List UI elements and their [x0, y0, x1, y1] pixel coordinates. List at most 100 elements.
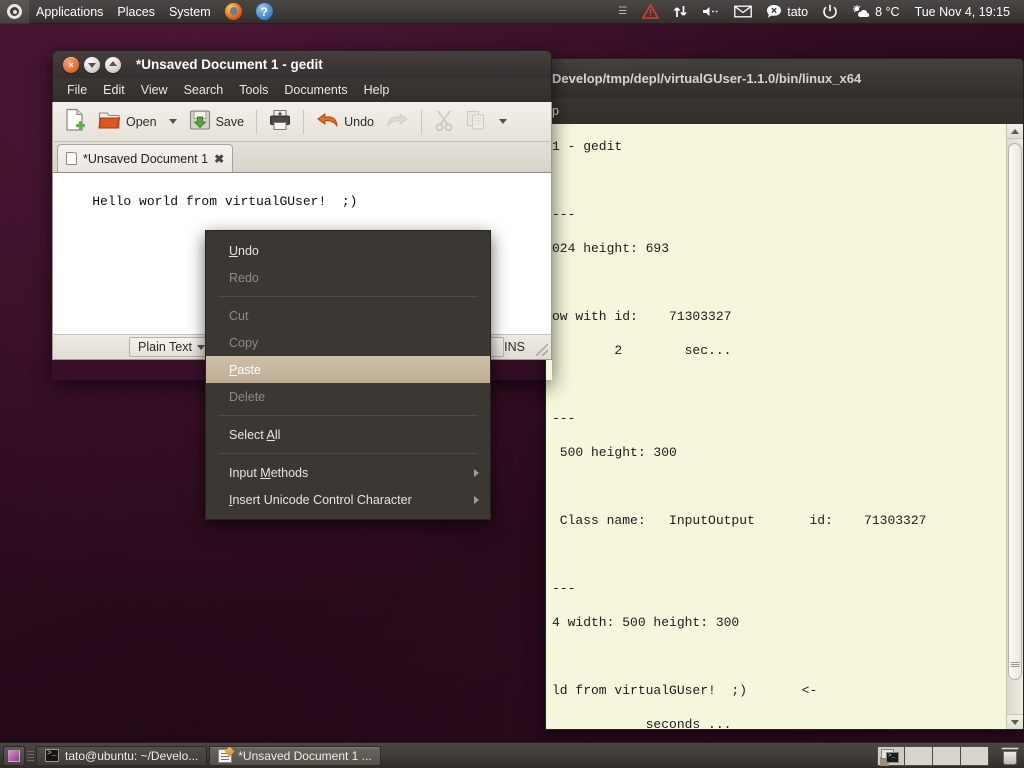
print-button[interactable] — [264, 106, 296, 138]
terminal-menubar[interactable]: p — [545, 98, 1024, 124]
menu-edit[interactable]: Edit — [95, 78, 133, 102]
terminal-line: 024 height: 693 — [552, 241, 670, 256]
open-button-label: Open — [126, 114, 157, 129]
workspace-4[interactable] — [961, 745, 989, 766]
terminal-line: 2 sec... — [552, 343, 732, 358]
close-button[interactable]: × — [63, 56, 79, 73]
chevron-down-icon — [498, 119, 507, 124]
weather-indicator[interactable]: 8 °C — [845, 0, 906, 24]
ubuntu-logo-button[interactable] — [0, 0, 29, 24]
scroll-up-button[interactable] — [1007, 124, 1023, 139]
menu-item-select-all[interactable]: Select All — [206, 421, 490, 448]
grip-dots-icon: ☰ — [618, 6, 629, 17]
gedit-menubar[interactable]: File Edit View Search Tools Documents He… — [52, 78, 552, 102]
mail-indicator[interactable] — [727, 0, 759, 24]
clock[interactable]: Tue Nov 4, 19:15 — [907, 0, 1018, 24]
taskbar-button[interactable]: tato@ubuntu: ~/Develo... — [36, 745, 208, 766]
scroll-down-button[interactable] — [1007, 714, 1023, 729]
minimize-button[interactable] — [84, 56, 100, 73]
volume-indicator[interactable] — [695, 0, 727, 24]
copy-pages-icon — [466, 110, 487, 134]
scissors-icon — [434, 109, 454, 134]
menu-item-copy: Copy — [206, 329, 490, 356]
power-icon — [822, 4, 838, 20]
terminal-titlebar[interactable]: Develop/tmp/depl/virtualGUser-1.1.0/bin/… — [545, 58, 1024, 98]
terminal-line: --- — [552, 207, 576, 222]
help-launcher[interactable]: ? — [249, 0, 280, 24]
indicator-handle[interactable]: ☰ — [611, 0, 635, 24]
terminal-menubar-text: p — [552, 104, 559, 118]
firefox-launcher[interactable] — [218, 0, 249, 24]
show-desktop-button[interactable] — [3, 745, 25, 766]
menu-applications[interactable]: Applications — [29, 0, 110, 24]
terminal-window[interactable]: Develop/tmp/depl/virtualGUser-1.1.0/bin/… — [545, 58, 1024, 730]
network-indicator[interactable] — [666, 0, 695, 24]
menu-item-input-methods[interactable]: Input Methods — [206, 459, 490, 486]
terminal-line: 500 height: 300 — [552, 445, 677, 460]
menu-file[interactable]: File — [59, 78, 95, 102]
printer-icon — [269, 109, 291, 134]
terminal-line: ld from virtualGUser! ;) <- — [552, 683, 818, 698]
power-indicator[interactable] — [815, 0, 845, 24]
chat-username: tato — [787, 4, 809, 19]
undo-button[interactable]: Undo — [311, 106, 379, 138]
workspace-switcher[interactable] — [877, 745, 989, 766]
scrollbar-thumb[interactable] — [1008, 143, 1022, 680]
workspace-2[interactable] — [905, 745, 933, 766]
scrollbar-track[interactable] — [1007, 139, 1023, 714]
menu-tools[interactable]: Tools — [231, 78, 276, 102]
show-desktop-icon — [8, 749, 20, 762]
tab-unsaved-document-1[interactable]: *Unsaved Document 1 ✖ — [57, 144, 234, 172]
menu-item-cut: Cut — [206, 302, 490, 329]
menu-item-redo: Redo — [206, 264, 490, 291]
gedit-tabbar: *Unsaved Document 1 ✖ — [52, 142, 552, 172]
terminal-output[interactable]: 1 - gedit --- 024 height: 693 ow with id: 7… — [546, 124, 1006, 729]
terminal-line: 1 - gedit — [552, 139, 623, 154]
menu-item-undo[interactable]: Undo — [206, 237, 490, 264]
context-menu[interactable]: Undo Redo Cut Copy Paste Delete Select All Inpu… — [205, 230, 491, 520]
undo-arrow-icon — [316, 110, 339, 133]
new-document-button[interactable] — [59, 106, 91, 138]
terminal-body[interactable]: 1 - gedit --- 024 height: 693 ow with id: 7… — [545, 124, 1024, 730]
document-content: Hello world from virtualGUser! ;) — [92, 194, 358, 209]
trash-icon[interactable] — [999, 745, 1021, 767]
terminal-line: Class name: InputOutput id: 71303327 — [552, 513, 927, 528]
menu-item-label: Paste — [229, 362, 261, 377]
menu-separator — [218, 415, 478, 416]
open-dropdown-button[interactable] — [164, 106, 182, 138]
open-button[interactable]: Open — [93, 106, 162, 138]
menu-search[interactable]: Search — [176, 78, 232, 102]
network-arrows-icon — [673, 4, 688, 19]
taskbar-button-label: tato@ubuntu: ~/Develo... — [65, 748, 199, 763]
menu-view[interactable]: View — [133, 78, 176, 102]
menu-separator — [218, 296, 478, 297]
menu-item-paste[interactable]: Paste — [206, 356, 490, 383]
tab-close-icon[interactable]: ✖ — [214, 152, 224, 166]
terminal-icon — [45, 749, 59, 762]
menu-system[interactable]: System — [162, 0, 218, 24]
menu-documents[interactable]: Documents — [276, 78, 355, 102]
help-icon: ? — [255, 3, 273, 20]
warning-indicator[interactable] — [635, 0, 666, 24]
taskbar-button[interactable]: *Unsaved Document 1 ... — [209, 745, 381, 766]
workspace-1[interactable] — [877, 745, 905, 766]
terminal-scrollbar[interactable] — [1006, 124, 1023, 729]
gedit-titlebar[interactable]: × *Unsaved Document 1 - gedit — [52, 50, 552, 78]
menu-help[interactable]: Help — [356, 78, 398, 102]
menu-item-insert-unicode-control-character[interactable]: Insert Unicode Control Character — [206, 486, 490, 513]
panel-grip[interactable] — [27, 747, 34, 765]
menu-item-delete: Delete — [206, 383, 490, 410]
resize-grip[interactable] — [536, 344, 548, 356]
chat-indicator[interactable]: tato — [759, 0, 815, 24]
new-document-icon — [64, 108, 86, 135]
toolbar-separator — [303, 109, 305, 134]
save-button[interactable]: Save — [184, 106, 250, 138]
terminal-line: --- — [552, 581, 576, 596]
workspace-3[interactable] — [933, 745, 961, 766]
toolbar-overflow-button[interactable] — [494, 106, 512, 138]
maximize-button[interactable] — [105, 56, 121, 73]
menu-places[interactable]: Places — [110, 0, 162, 24]
